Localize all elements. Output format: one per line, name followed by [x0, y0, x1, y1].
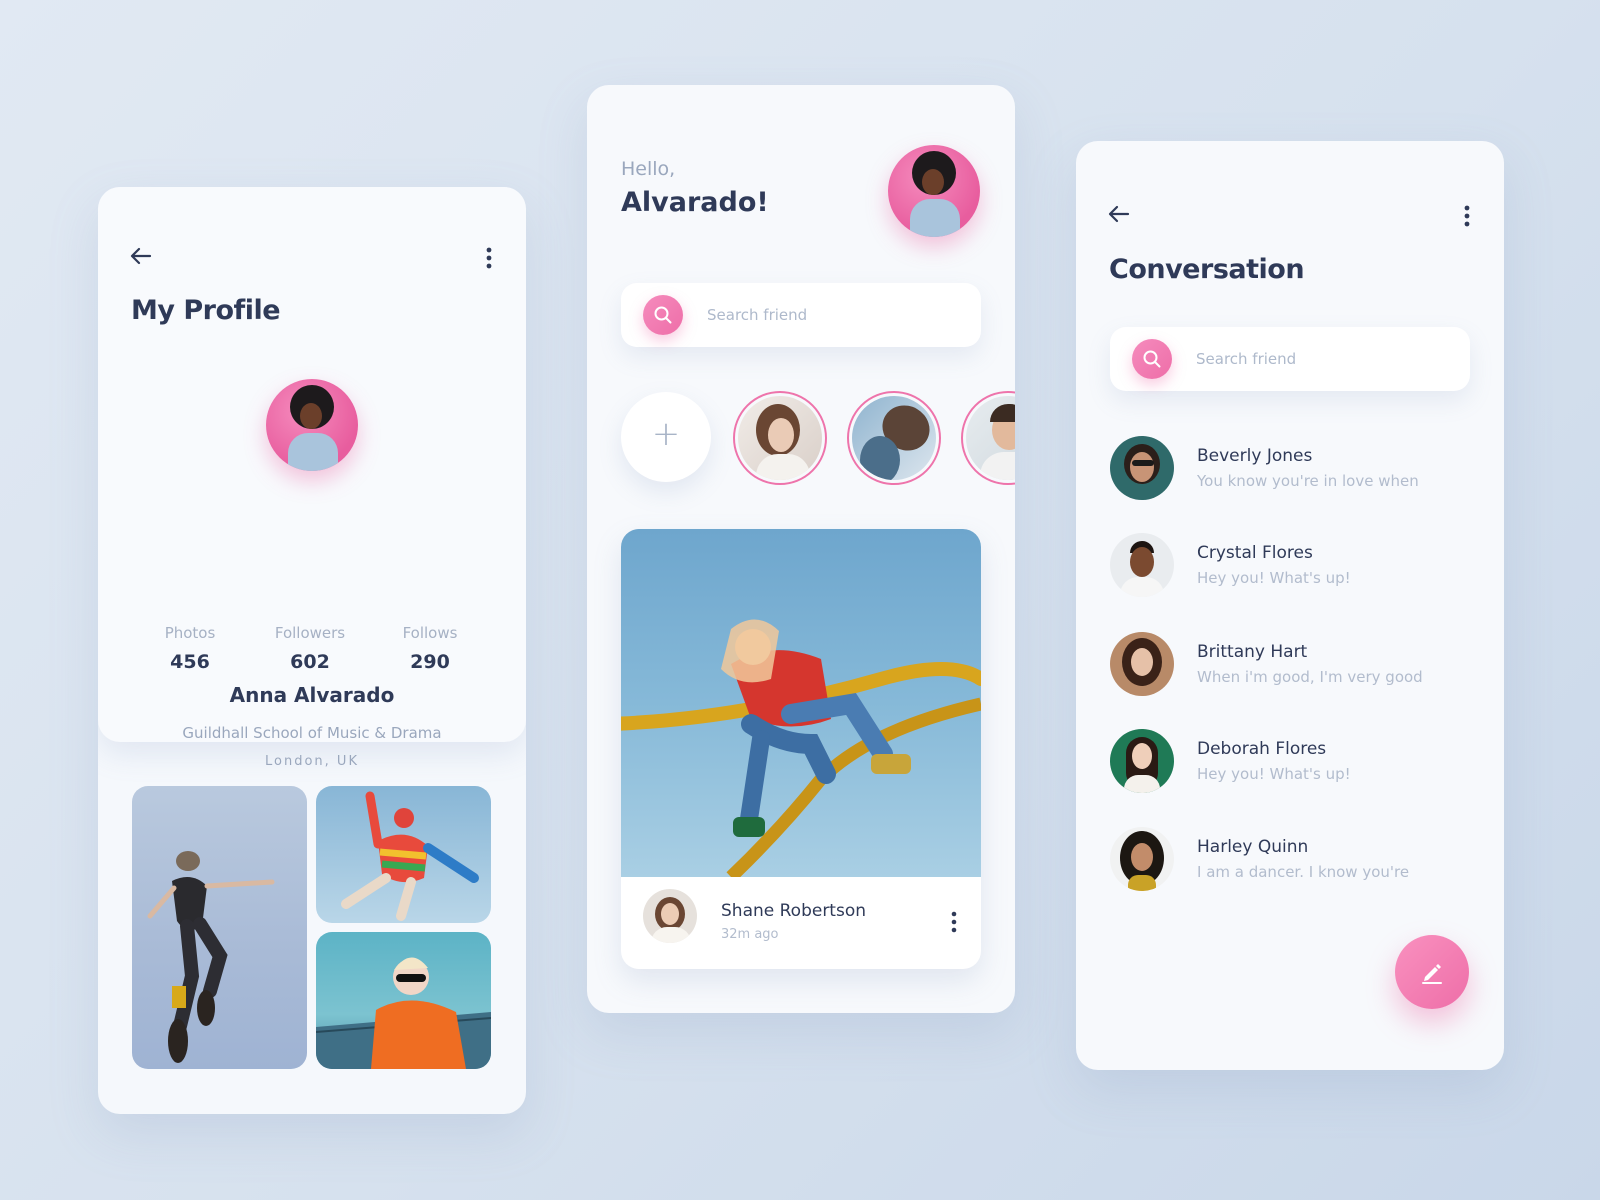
post-author-name[interactable]: Shane Robertson [721, 901, 866, 921]
post-timestamp: 32m ago [721, 927, 779, 942]
avatar [1110, 729, 1174, 793]
photo-jumping-man[interactable] [132, 786, 307, 1069]
search-bar [1110, 327, 1470, 391]
conversation-preview: Hey you! What's up! [1197, 569, 1351, 587]
more-vertical-icon[interactable] [951, 911, 957, 933]
profile-screen: My Profile Anna Alvarado Guildhall Schoo… [98, 187, 526, 1114]
profile-location: London, UK [265, 754, 359, 769]
avatar [1110, 436, 1174, 500]
greeting-text: Hello, [621, 158, 676, 180]
arrow-left-icon[interactable] [1108, 205, 1130, 223]
profile-header-panel: My Profile Anna Alvarado Guildhall Schoo… [98, 187, 526, 769]
arrow-left-icon[interactable] [130, 247, 152, 265]
story-avatar-3[interactable] [961, 391, 1015, 485]
photo-rainbow-sweater[interactable] [316, 786, 491, 923]
stat-label: Follows [402, 624, 458, 642]
conversation-screen: Conversation Beverly Jones You know you'… [1076, 141, 1504, 1070]
story-avatar-2[interactable] [847, 391, 941, 485]
profile-school: Guildhall School of Music & Drama [182, 724, 442, 742]
conversation-preview: I am a dancer. I know you're [1197, 863, 1410, 881]
page-title: Conversation [1109, 254, 1305, 285]
stat-value: 602 [290, 651, 330, 673]
search-icon[interactable] [643, 295, 683, 335]
conversation-name: Beverly Jones [1197, 446, 1313, 466]
add-story-button[interactable]: + [621, 392, 711, 482]
conversation-name: Brittany Hart [1197, 642, 1308, 662]
avatar[interactable] [266, 379, 358, 471]
conversation-name: Deborah Flores [1197, 739, 1327, 759]
conversation-name: Crystal Flores [1197, 543, 1313, 563]
page-title: My Profile [131, 295, 281, 326]
conversation-item-beverly-jones[interactable]: Beverly Jones You know you're in love wh… [1110, 436, 1470, 502]
home-feed-screen: Hello, Alvarado! + [587, 85, 1015, 1013]
stat-follows[interactable]: Follows 290 [370, 624, 490, 673]
conversation-preview: Hey you! What's up! [1197, 765, 1351, 783]
avatar [1110, 533, 1174, 597]
conversation-item-crystal-flores[interactable]: Crystal Flores Hey you! What's up! [1110, 533, 1470, 599]
search-icon[interactable] [1132, 339, 1172, 379]
story-avatar-1[interactable] [733, 391, 827, 485]
stat-photos[interactable]: Photos 456 [130, 624, 250, 673]
stat-followers[interactable]: Followers 602 [250, 624, 370, 673]
conversation-name: Harley Quinn [1197, 837, 1309, 857]
search-input[interactable] [1196, 347, 1446, 371]
search-bar [621, 283, 981, 347]
pencil-icon [1422, 964, 1442, 984]
avatar[interactable] [888, 145, 980, 237]
photo-orange-hoodie[interactable] [316, 932, 491, 1069]
conversation-item-brittany-hart[interactable]: Brittany Hart When i'm good, I'm very go… [1110, 632, 1470, 698]
conversation-preview: You know you're in love when [1197, 472, 1419, 490]
stat-value: 290 [410, 651, 450, 673]
conversation-item-deborah-flores[interactable]: Deborah Flores Hey you! What's up! [1110, 729, 1470, 795]
post-photo[interactable] [621, 529, 981, 877]
plus-icon: + [651, 414, 681, 454]
stat-value: 456 [170, 651, 210, 673]
more-vertical-icon[interactable] [1464, 205, 1470, 227]
conversation-item-harley-quinn[interactable]: Harley Quinn I am a dancer. I know you'r… [1110, 827, 1470, 893]
greeting-user-name: Alvarado! [621, 187, 769, 218]
avatar [1110, 827, 1174, 891]
feed-post[interactable]: Shane Robertson 32m ago [621, 529, 981, 969]
avatar[interactable] [643, 889, 697, 943]
avatar [1110, 632, 1174, 696]
search-input[interactable] [707, 303, 957, 327]
stat-label: Followers [274, 624, 346, 642]
compose-button[interactable] [1395, 935, 1469, 1009]
more-vertical-icon[interactable] [486, 247, 492, 269]
profile-name: Anna Alvarado [229, 683, 395, 707]
stat-label: Photos [164, 624, 216, 642]
conversation-preview: When i'm good, I'm very good [1197, 668, 1423, 686]
